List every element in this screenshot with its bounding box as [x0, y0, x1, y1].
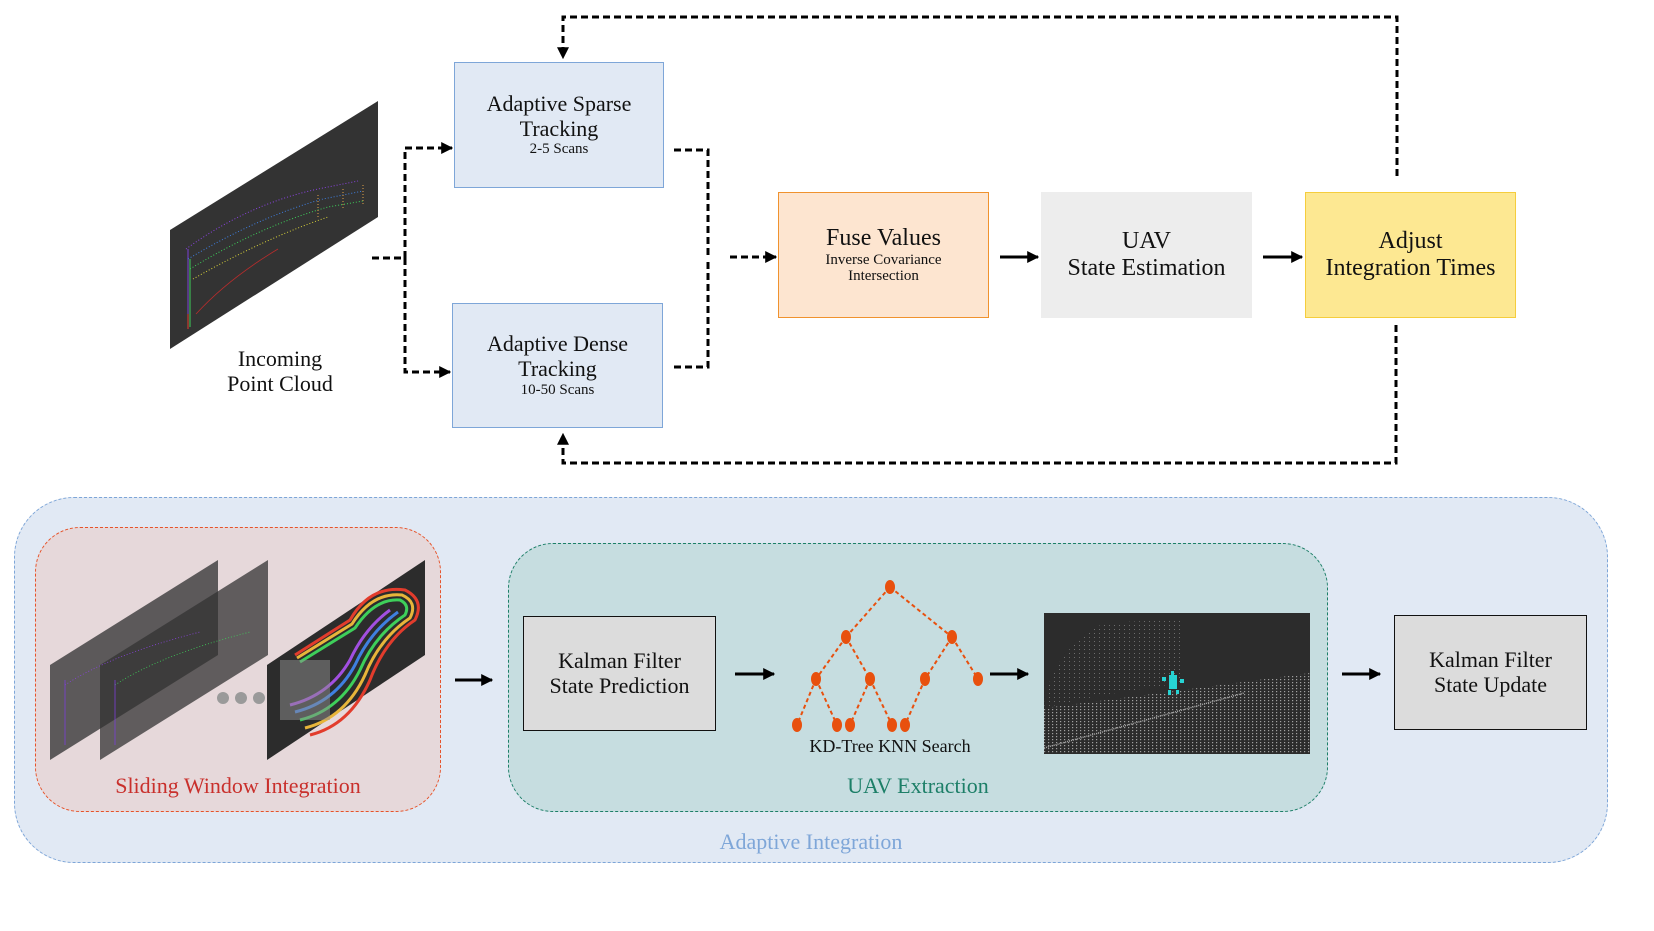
arrow-sparse-merge: [674, 148, 710, 258]
arrow-to-dense: [403, 258, 452, 378]
feedback-to-dense: [557, 325, 1398, 465]
connectors-layer: [372, 15, 1399, 686]
feedback-to-sparse: [557, 15, 1399, 176]
arrow-to-sparse: [403, 142, 454, 258]
arrow-dense-merge: [674, 258, 710, 369]
